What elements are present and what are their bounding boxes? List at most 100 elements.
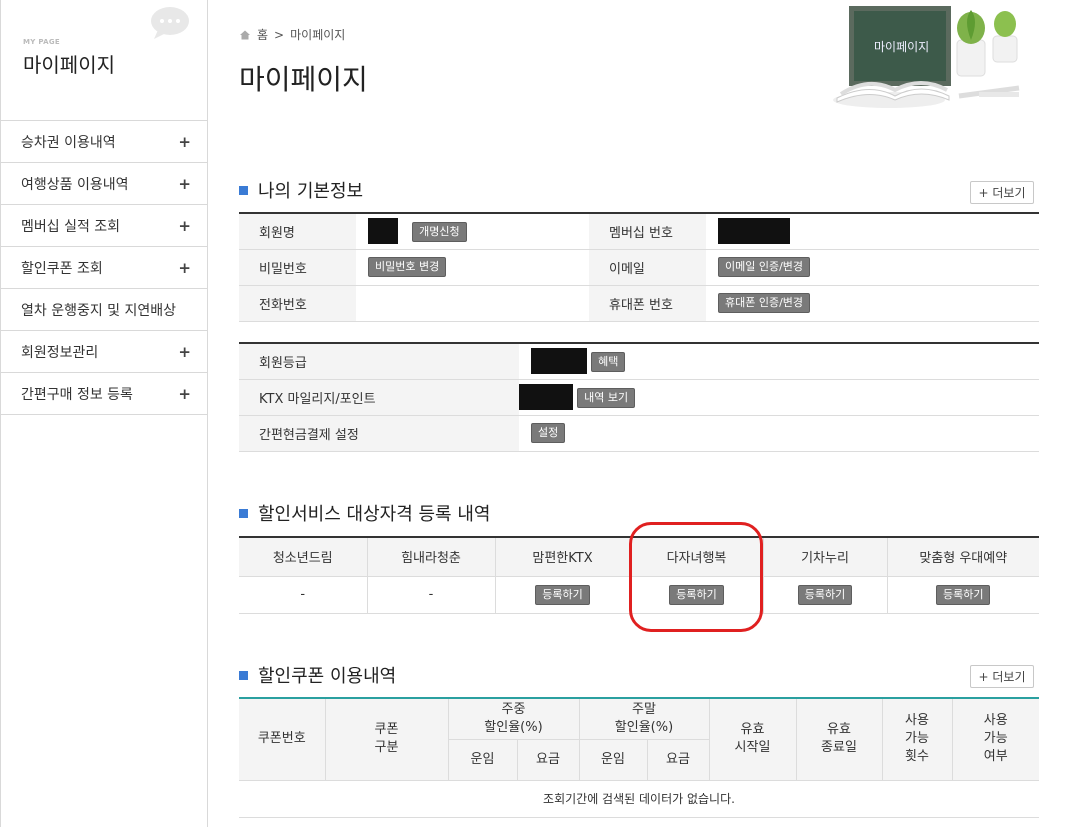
plus-icon: + <box>178 216 191 235</box>
sidebar-item-label: 여행상품 이용내역 <box>21 176 129 193</box>
label-phone: 전화번호 <box>239 285 356 322</box>
cell-dash: - <box>366 575 496 614</box>
value-easy-cash-payment: 설정 <box>519 415 1039 452</box>
table-row: 전화번호 휴대폰 번호 휴대폰 인증/변경 <box>239 285 1039 322</box>
label-membership-number: 멤버십 번호 <box>589 213 706 250</box>
column-header: 사용 가능 횟수 <box>881 697 953 781</box>
speech-bubble-icon <box>151 7 189 39</box>
redacted-block <box>368 218 398 245</box>
change-password-button[interactable]: 비밀번호 변경 <box>368 257 447 277</box>
hero-illustration: 마이페이지 <box>829 0 1039 112</box>
label-ktx-mileage: KTX 마일리지/포인트 <box>239 379 519 416</box>
cell: 등록하기 <box>494 575 631 614</box>
sidebar-item-label: 할인쿠폰 조회 <box>21 260 103 277</box>
label-easy-cash-payment: 간편현금결제 설정 <box>239 415 519 452</box>
column-header: 요금 <box>646 738 709 781</box>
breadcrumb: 홈 > 마이페이지 <box>239 26 345 43</box>
coupon-more-button[interactable]: + 더보기 <box>970 665 1034 688</box>
bullet-square-icon <box>239 508 248 518</box>
home-icon[interactable] <box>239 29 251 41</box>
column-header: 맞춤형 우대예약 <box>886 536 1039 577</box>
redacted-block <box>718 218 790 245</box>
sidebar-item-membership[interactable]: 멤버십 실적 조회 + <box>1 205 207 247</box>
basic-info-more-button[interactable]: + 더보기 <box>970 181 1034 204</box>
column-header: 주중 할인율(%) <box>447 697 580 740</box>
value-email: 이메일 인증/변경 <box>706 249 1039 286</box>
value-phone <box>356 285 589 322</box>
cell: 등록하기 <box>629 575 764 614</box>
column-header: 쿠폰 구분 <box>324 697 449 781</box>
column-header: 유효 종료일 <box>795 697 883 781</box>
value-password: 비밀번호 변경 <box>356 249 589 286</box>
table-row: 조회기간에 검색된 데이터가 없습니다. <box>239 779 1039 818</box>
sidebar-item-member-info[interactable]: 회원정보관리 + <box>1 331 207 373</box>
label-mobile: 휴대폰 번호 <box>589 285 706 322</box>
column-header: 운임 <box>578 738 648 781</box>
value-ktx-mileage: 내역 보기 <box>519 379 1039 416</box>
mobile-verify-button[interactable]: 휴대폰 인증/변경 <box>718 293 811 313</box>
register-button[interactable]: 등록하기 <box>669 584 724 605</box>
sidebar-item-label: 간편구매 정보 등록 <box>21 386 133 403</box>
cell: 등록하기 <box>886 575 1039 614</box>
register-button[interactable]: 등록하기 <box>535 584 590 605</box>
table-header-row: 청소년드림 힘내라청춘 맘편한KTX 다자녀행복 기차누리 맞춤형 우대예약 <box>239 536 1039 577</box>
sidebar-title: 마이페이지 <box>23 53 115 77</box>
discount-service-table: 청소년드림 힘내라청춘 맘편한KTX 다자녀행복 기차누리 맞춤형 우대예약 -… <box>239 536 1039 614</box>
section-title-text: 할인서비스 대상자격 등록 내역 <box>258 504 491 525</box>
cell-dash: - <box>239 575 368 614</box>
label-password: 비밀번호 <box>239 249 356 286</box>
column-header: 쿠폰번호 <box>239 697 326 781</box>
chalkboard-text: 마이페이지 <box>874 40 930 54</box>
label-member-grade: 회원등급 <box>239 343 519 380</box>
plus-icon: + <box>178 132 191 151</box>
value-member-grade: 혜택 <box>519 343 1039 380</box>
table-row: 간편현금결제 설정 설정 <box>239 415 1039 452</box>
column-header: 유효 시작일 <box>708 697 797 781</box>
redacted-block <box>531 348 587 375</box>
sidebar-item-label: 열차 운행중지 및 지연배상 <box>21 302 177 319</box>
value-membership-number <box>706 213 1039 250</box>
sidebar-item-coupon[interactable]: 할인쿠폰 조회 + <box>1 247 207 289</box>
view-history-button[interactable]: 내역 보기 <box>577 387 636 408</box>
bullet-square-icon <box>239 185 248 195</box>
label-name: 회원명 <box>239 213 356 250</box>
column-header: 힘내라청춘 <box>366 536 496 577</box>
column-header: 청소년드림 <box>239 536 368 577</box>
section-title-discount-service: 할인서비스 대상자격 등록 내역 <box>239 500 490 526</box>
section-title-text: 할인쿠폰 이용내역 <box>258 666 397 687</box>
cell: 등록하기 <box>762 575 888 614</box>
breadcrumb-current: 마이페이지 <box>290 28 346 42</box>
column-header: 기차누리 <box>762 536 888 577</box>
sidebar-item-easy-purchase[interactable]: 간편구매 정보 등록 + <box>1 373 207 415</box>
value-mobile: 휴대폰 인증/변경 <box>706 285 1039 322</box>
label-email: 이메일 <box>589 249 706 286</box>
breadcrumb-home[interactable]: 홈 <box>257 26 268 43</box>
register-button[interactable]: 등록하기 <box>797 584 853 605</box>
email-verify-button[interactable]: 이메일 인증/변경 <box>718 257 811 277</box>
column-header: 요금 <box>516 738 580 781</box>
column-header: 맘편한KTX <box>494 536 631 577</box>
sidebar-item-travel-history[interactable]: 여행상품 이용내역 + <box>1 163 207 205</box>
sidebar-header: MY PAGE 마이페이지 <box>1 0 207 121</box>
benefits-button[interactable]: 혜택 <box>591 351 626 372</box>
coupon-table: 쿠폰번호 쿠폰 구분 주중 할인율(%) 주말 할인율(%) 유효 시작일 유효… <box>239 697 1039 818</box>
empty-message: 조회기간에 검색된 데이터가 없습니다. <box>239 779 1039 818</box>
sidebar-item-label: 멤버십 실적 조회 <box>21 218 121 235</box>
column-header: 다자녀행복 <box>629 536 764 577</box>
bullet-square-icon <box>239 670 248 680</box>
plus-icon: + <box>178 342 191 361</box>
section-title-coupon: 할인쿠폰 이용내역 <box>239 662 396 688</box>
rename-request-button[interactable]: 개명신청 <box>412 221 467 242</box>
register-button[interactable]: 등록하기 <box>936 584 991 605</box>
table-row: KTX 마일리지/포인트 내역 보기 <box>239 379 1039 416</box>
column-header: 운임 <box>448 738 518 781</box>
table-row: 비밀번호 비밀번호 변경 이메일 이메일 인증/변경 <box>239 249 1039 286</box>
value-name: 개명신청 <box>356 213 589 250</box>
redacted-block <box>519 384 573 410</box>
settings-button[interactable]: 설정 <box>531 423 566 443</box>
sidebar-item-ticket-history[interactable]: 승차권 이용내역 + <box>1 121 207 163</box>
sidebar-item-delay-compensation[interactable]: 열차 운행중지 및 지연배상 <box>1 289 207 331</box>
sidebar: MY PAGE 마이페이지 승차권 이용내역 + 여행상품 이용내역 + 멤버십 실… <box>0 0 208 827</box>
basic-info-table: 회원명 개명신청 멤버십 번호 비밀번호 비밀번호 변경 이메일 이메일 인증/… <box>239 212 1039 322</box>
column-header: 사용 가능 여부 <box>951 697 1039 781</box>
